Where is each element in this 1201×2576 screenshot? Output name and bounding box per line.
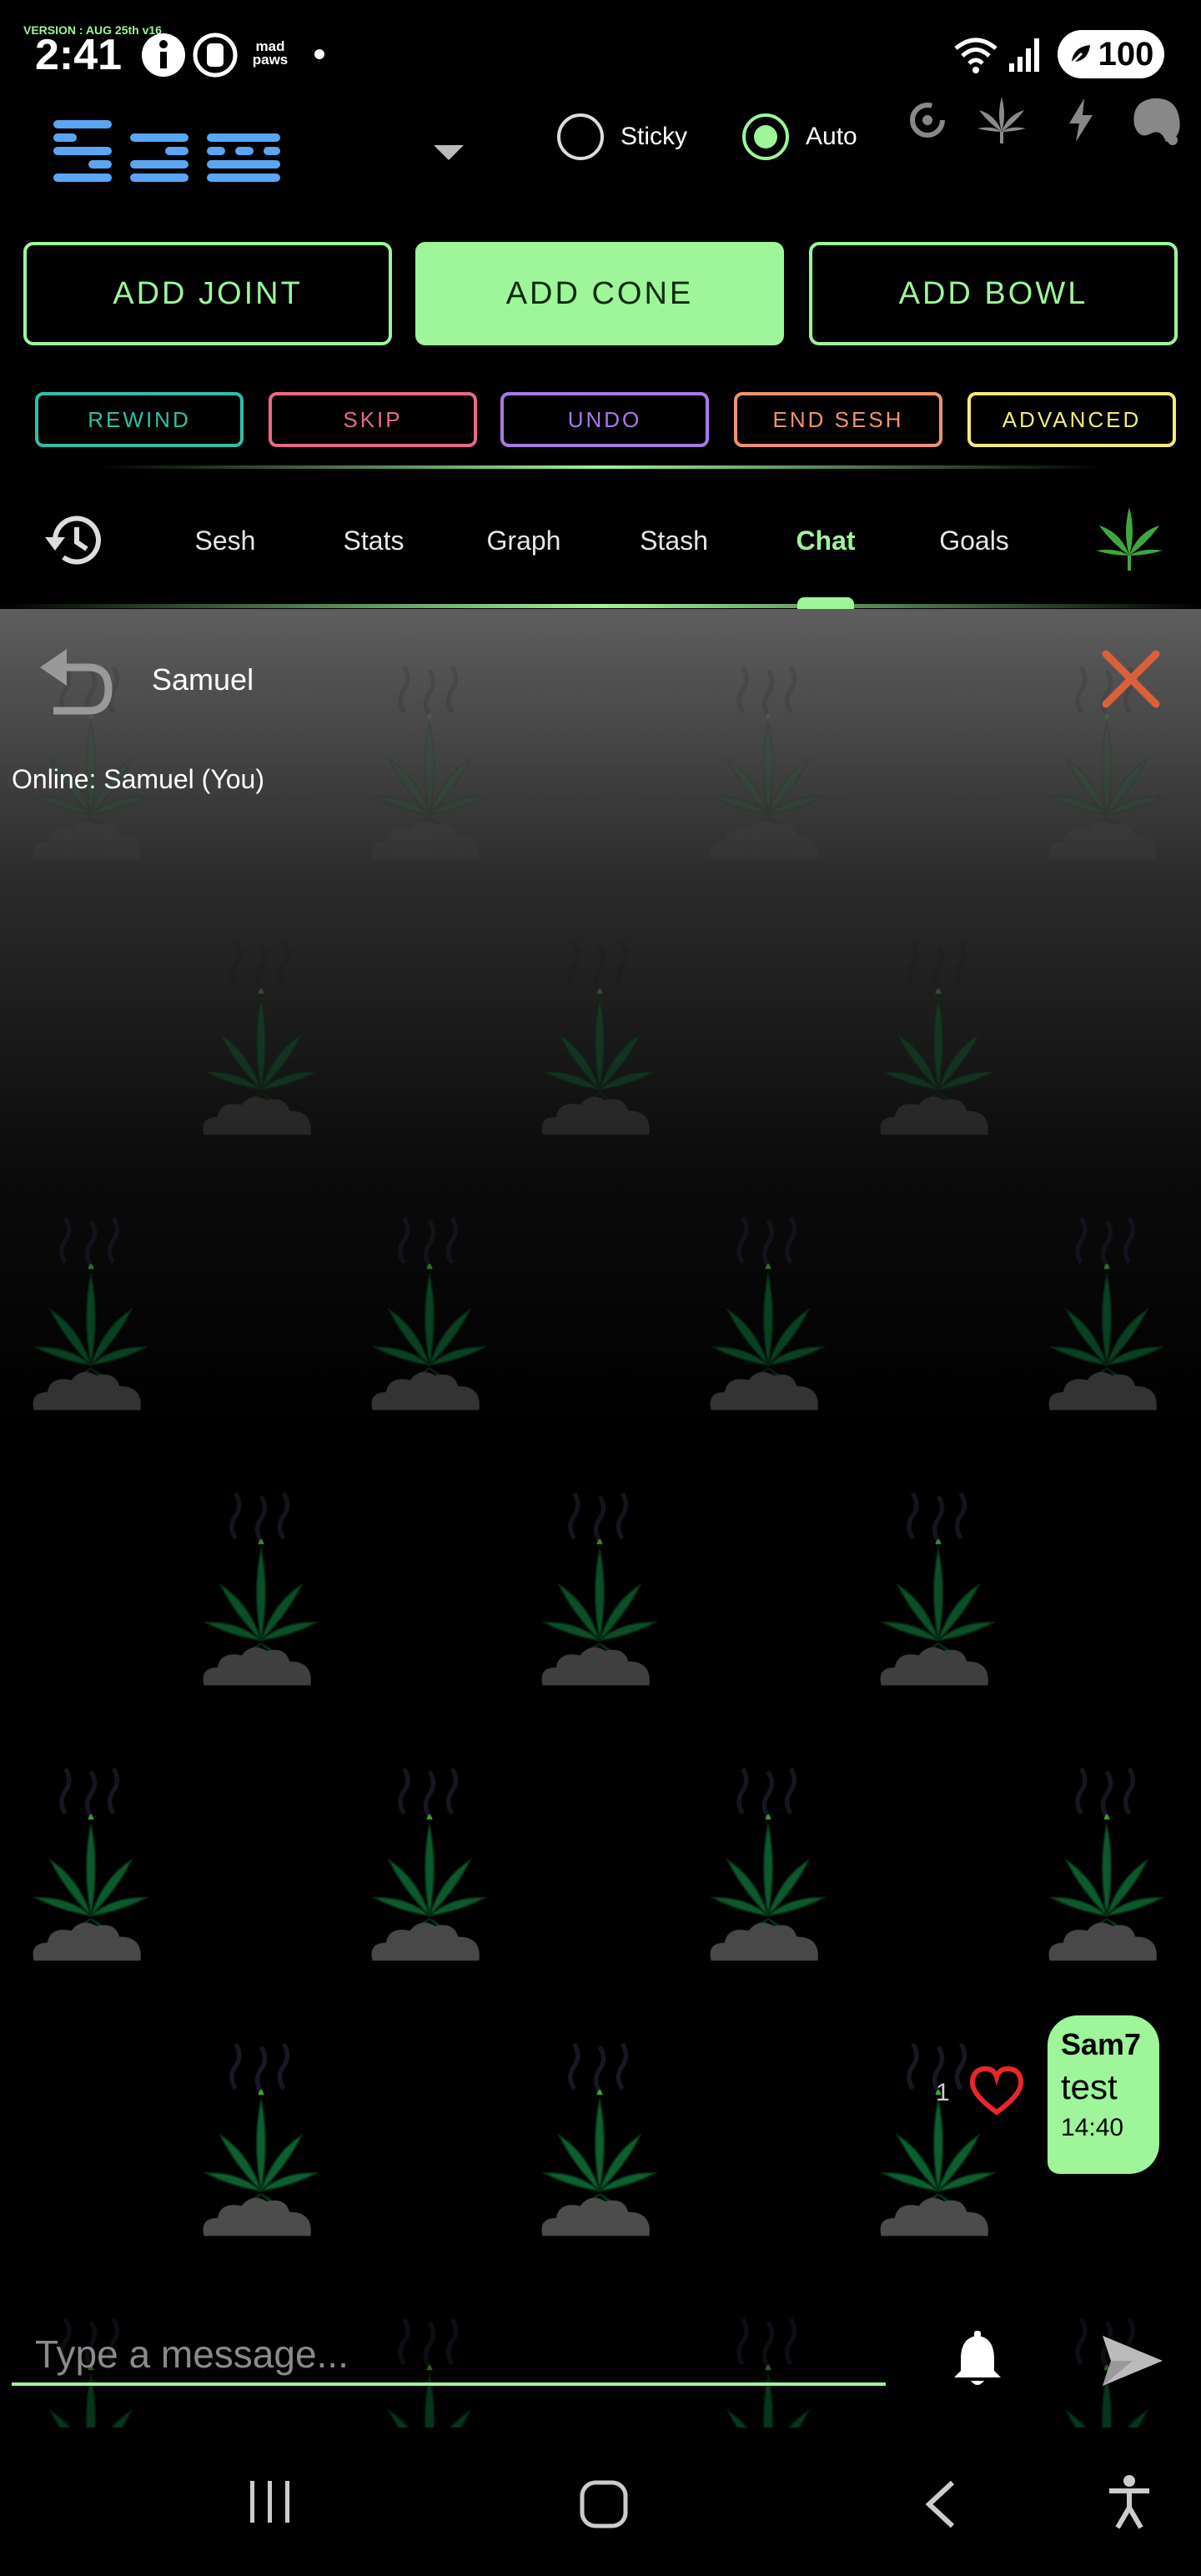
end-sesh-button[interactable]: END SESH bbox=[734, 392, 942, 447]
message-bubble[interactable]: Sam7 test 14:40 bbox=[1048, 2015, 1159, 2174]
close-icon[interactable] bbox=[1099, 647, 1163, 711]
advanced-button[interactable]: ADVANCED bbox=[967, 392, 1176, 447]
app-logo[interactable] bbox=[50, 117, 284, 192]
tab-stats[interactable]: Stats bbox=[344, 526, 405, 556]
back-nav-icon[interactable] bbox=[922, 2479, 959, 2529]
tab-graph[interactable]: Graph bbox=[487, 526, 561, 556]
message-input-bar bbox=[0, 2302, 1201, 2411]
leaf-pattern-background bbox=[0, 609, 1201, 2428]
battery-saver-icon bbox=[1070, 45, 1090, 65]
skip-button[interactable]: SKIP bbox=[269, 392, 477, 447]
auto-radio-circle[interactable] bbox=[742, 113, 789, 160]
divider bbox=[100, 465, 1101, 469]
auto-radio[interactable]: Auto bbox=[742, 113, 857, 160]
system-nav-bar bbox=[0, 2428, 1201, 2576]
recent-apps-icon[interactable] bbox=[245, 2479, 295, 2524]
battery-level: 100 bbox=[1098, 35, 1154, 73]
message-sender: Sam7 bbox=[1061, 2027, 1142, 2061]
add-bowl-button[interactable]: ADD BOWL bbox=[809, 242, 1178, 345]
status-clock: 2:41 bbox=[35, 31, 123, 79]
sticky-radio-circle[interactable] bbox=[557, 113, 604, 160]
status-bar: VERSION : AUG 25th v16 2:41 mad paws 100 bbox=[0, 0, 1201, 100]
auto-label: Auto bbox=[806, 123, 857, 150]
madpaws-icon: mad paws bbox=[252, 38, 289, 68]
send-icon[interactable] bbox=[1099, 2332, 1166, 2389]
chevron-down-icon[interactable] bbox=[430, 142, 467, 164]
bell-icon[interactable] bbox=[951, 2331, 1004, 2389]
undo-button[interactable]: UNDO bbox=[500, 392, 709, 447]
chat-title: Samuel bbox=[152, 662, 254, 697]
refresh-icon[interactable] bbox=[904, 97, 951, 143]
signal-icon bbox=[1009, 38, 1039, 72]
accessibility-icon[interactable] bbox=[1106, 2474, 1153, 2529]
add-cone-button[interactable]: ADD CONE bbox=[415, 242, 784, 345]
chat-panel: Samuel Online: Samuel (You) 1 Sam7 test … bbox=[0, 609, 1201, 2428]
leaf-icon[interactable] bbox=[974, 93, 1029, 147]
home-icon[interactable] bbox=[579, 2479, 629, 2529]
wifi-icon bbox=[954, 38, 997, 73]
tab-chat[interactable]: Chat bbox=[796, 526, 855, 556]
sticky-radio[interactable]: Sticky bbox=[557, 113, 687, 160]
leaf-tab-icon[interactable] bbox=[1093, 504, 1166, 577]
bolt-icon[interactable] bbox=[1064, 97, 1098, 143]
pet-icon[interactable] bbox=[1128, 92, 1186, 147]
tab-goals[interactable]: Goals bbox=[939, 526, 1009, 556]
history-icon[interactable] bbox=[42, 507, 108, 574]
tab-sesh[interactable]: Sesh bbox=[195, 526, 256, 556]
tab-stash[interactable]: Stash bbox=[640, 526, 708, 556]
message-text: test bbox=[1061, 2067, 1118, 2106]
tab-bar: Sesh Stats Graph Stash Chat Goals bbox=[0, 484, 1201, 609]
add-joint-button[interactable]: ADD JOINT bbox=[23, 242, 392, 345]
notification-dot-icon bbox=[314, 49, 324, 59]
chat-header: Samuel bbox=[0, 609, 1201, 759]
message-input[interactable] bbox=[12, 2326, 886, 2386]
heart-icon[interactable] bbox=[967, 2065, 1026, 2117]
online-users: Online: Samuel (You) bbox=[12, 764, 264, 794]
like-count: 1 bbox=[936, 2079, 950, 2106]
message-time: 14:40 bbox=[1061, 2114, 1124, 2141]
watch-icon bbox=[193, 33, 238, 78]
rewind-button[interactable]: REWIND bbox=[35, 392, 244, 447]
battery-indicator: 100 bbox=[1058, 30, 1164, 78]
divider bbox=[0, 604, 1201, 608]
back-icon[interactable] bbox=[37, 646, 113, 716]
sticky-label: Sticky bbox=[621, 123, 688, 150]
info-icon bbox=[142, 33, 185, 77]
